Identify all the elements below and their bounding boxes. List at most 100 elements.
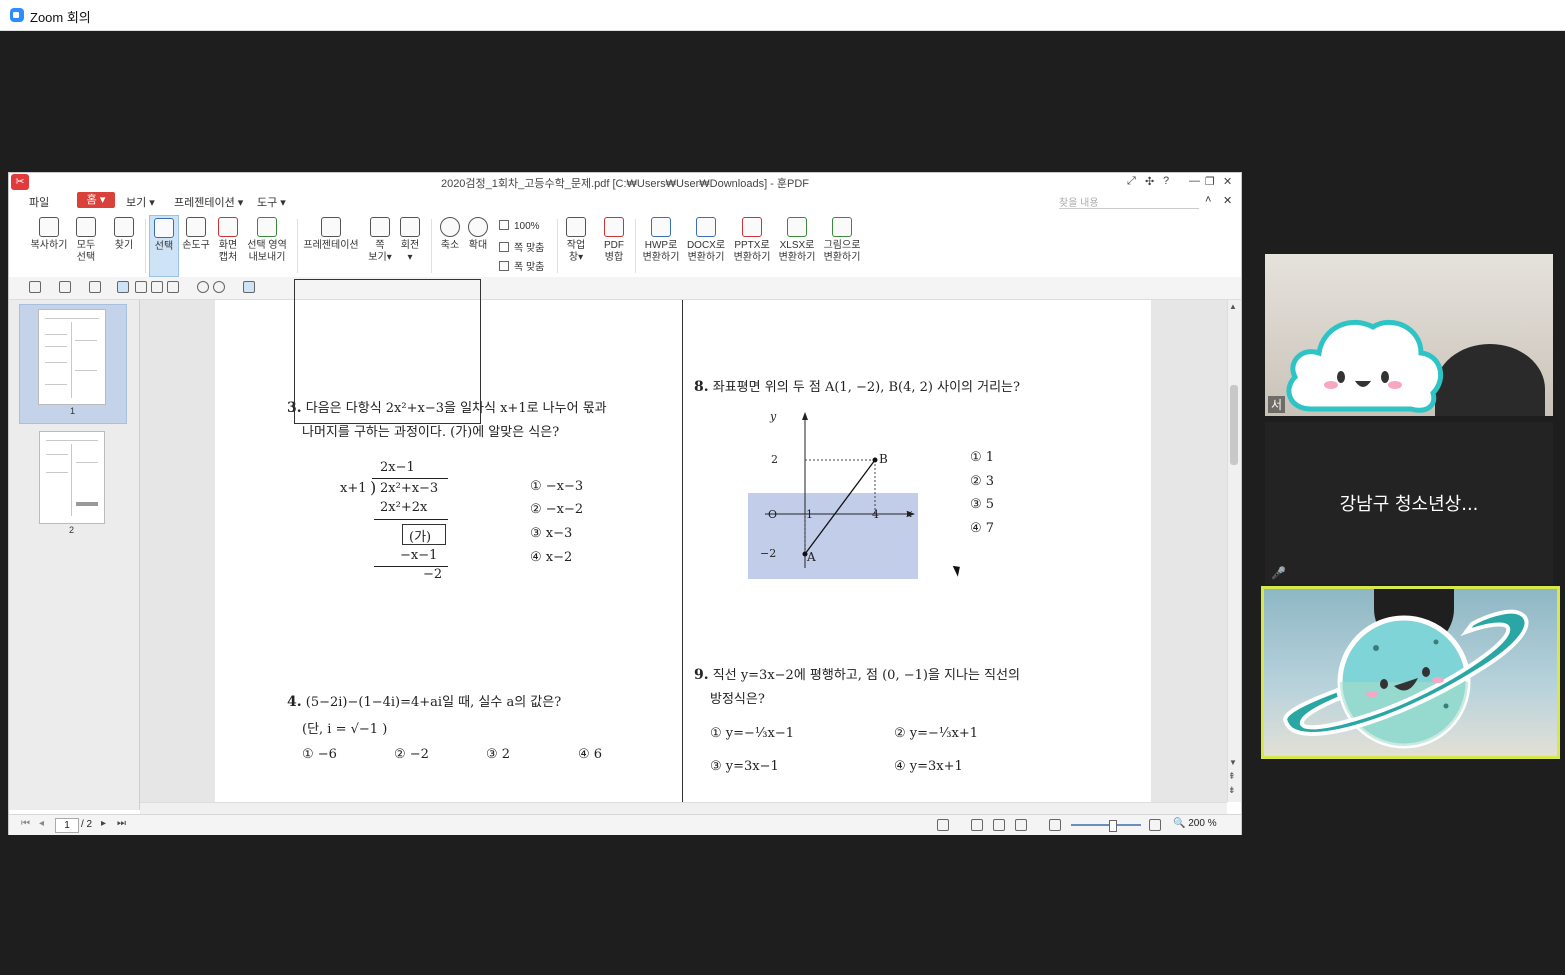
zoom-plus-icon[interactable] (1149, 819, 1161, 831)
export-region-button[interactable]: 선택 영역 내보내기 (245, 215, 289, 275)
pdf-merge-button[interactable]: PDF 병합 (600, 215, 628, 275)
single-page-icon[interactable] (971, 819, 983, 831)
copy-button[interactable]: 복사하기 (29, 215, 69, 275)
save-icon[interactable] (59, 281, 71, 293)
menu-tools[interactable]: 도구 ▾ (257, 194, 286, 210)
q3-choice-2[interactable]: ② −x−2 (530, 502, 583, 517)
convert-hwp-button[interactable]: HWP로 변환하기 (641, 215, 681, 275)
page-view-label-1: 쪽 (375, 240, 385, 251)
scroll-up-icon[interactable]: ▲ (1229, 302, 1237, 311)
participant-name-tile[interactable]: 강남구 청소년상... 🎤 (1265, 422, 1553, 584)
prev-page-button[interactable]: ◂ (39, 818, 44, 829)
convert-xlsx-button[interactable]: XLSX로 변환하기 (777, 215, 817, 275)
q3-choice-4[interactable]: ④ x−2 (530, 550, 572, 565)
search-input[interactable]: 찾을 내용 (1059, 194, 1199, 209)
export-region-icon (257, 217, 277, 237)
q4-choice-1[interactable]: ① −6 (302, 747, 337, 762)
snapshot-icon[interactable] (937, 819, 949, 831)
participant-name: 강남구 청소년상... (1339, 494, 1479, 515)
q3-choice-1[interactable]: ① −x−3 (530, 479, 583, 494)
q9-choice-3[interactable]: ③ y=3x−1 (710, 759, 779, 774)
hand-mode-icon[interactable] (135, 281, 147, 293)
zoom-slider-handle[interactable] (1109, 820, 1117, 832)
q8-choice-3[interactable]: ③ 5 (970, 497, 994, 512)
restore-icon[interactable]: ❐ (1205, 175, 1215, 188)
graph-tick-x-4: 4 (872, 508, 879, 521)
zoom-100-button[interactable]: 100% (499, 220, 540, 232)
select-all-button[interactable]: 모두 선택 (71, 215, 101, 275)
page-view-icon (370, 217, 390, 237)
close-icon[interactable]: ✕ (1223, 175, 1232, 188)
scrollbar-thumb[interactable] (1230, 385, 1238, 465)
menu-home[interactable]: 홈 ▾ (77, 192, 115, 208)
capture-mode-icon[interactable] (151, 281, 163, 293)
open-folder-icon[interactable] (29, 281, 41, 293)
pin-icon[interactable]: ✣ (1145, 175, 1154, 188)
hand-tool-button[interactable]: 손도구 (181, 215, 211, 275)
fit-page-button[interactable]: 쪽 맞춤 (499, 239, 544, 254)
first-page-icon[interactable]: ⏮ (21, 818, 30, 829)
vertical-scrollbar[interactable] (1227, 300, 1241, 802)
next-page-icon[interactable]: ⇟ (1228, 785, 1236, 796)
menu-file[interactable]: 파일 (29, 194, 49, 210)
q4-choice-3[interactable]: ③ 2 (486, 747, 510, 762)
continuous-page-icon[interactable] (993, 819, 1005, 831)
question-text: (5−2i)−(1−4i)=4+ai일 때, 실수 a의 값은? (305, 695, 562, 710)
q3-choice-3[interactable]: ③ x−3 (530, 526, 572, 541)
page-number-input[interactable]: 1 (55, 818, 79, 833)
convert-image-button[interactable]: 그림으로 변환하기 (821, 215, 863, 275)
capture-label-2: 캡처 (218, 252, 238, 263)
presentation-button[interactable]: 프레젠테이션 (303, 215, 359, 275)
work-window-button[interactable]: 작업 창▾ (563, 215, 589, 275)
zoom-in-button[interactable]: 확대 (465, 215, 491, 275)
rotate-button[interactable]: 회전 ▾ (397, 215, 423, 275)
fit-width-status-icon[interactable] (1015, 819, 1027, 831)
convert-docx-button[interactable]: DOCX로 변환하기 (685, 215, 727, 275)
q9-choice-1[interactable]: ① y=−⅓x−1 (710, 726, 794, 741)
hwp-file-icon (651, 217, 671, 237)
zoom-slider[interactable] (1071, 824, 1141, 826)
convert-pptx-button[interactable]: PPTX로 변환하기 (731, 215, 773, 275)
fit-width-button[interactable]: 폭 맞춤 (499, 258, 544, 273)
zoom-minus-icon[interactable] (1049, 819, 1061, 831)
print-icon[interactable] (89, 281, 101, 293)
ribbon-collapse-icon[interactable]: ˄ (1205, 194, 1211, 206)
fullscreen-icon[interactable]: ⤢ (1127, 175, 1136, 188)
last-page-icon[interactable]: ⏭ (117, 818, 126, 829)
xlsx-label-1: XLSX로 (779, 240, 815, 251)
hwp-label-2: 변환하기 (642, 252, 680, 263)
question-9-line2: 방정식은? (710, 692, 765, 707)
screen-capture-button[interactable]: 화면 캡처 (214, 215, 242, 275)
select-tool-button[interactable]: 선택 (149, 215, 179, 277)
q9-choice-2[interactable]: ② y=−⅓x+1 (894, 726, 978, 741)
minimize-icon[interactable]: — (1189, 175, 1200, 187)
scroll-down-icon[interactable]: ▼ (1229, 758, 1237, 767)
menu-view[interactable]: 보기 ▾ (126, 194, 155, 210)
question-8: 8. 좌표평면 위의 두 점 A(1, −2), B(4, 2) 사이의 거리는… (694, 376, 1020, 395)
prev-page-icon[interactable]: ⇞ (1228, 771, 1236, 782)
thumbnail-page-1[interactable]: 1 (19, 304, 127, 424)
q8-choice-4[interactable]: ④ 7 (970, 521, 994, 536)
q4-choice-4[interactable]: ④ 6 (578, 747, 602, 762)
q8-choice-2[interactable]: ② 3 (970, 474, 994, 489)
q8-choice-1[interactable]: ① 1 (970, 450, 994, 465)
rotate-label: 회전 (400, 240, 420, 251)
next-page-button[interactable]: ▸ (101, 818, 106, 829)
zoom-level[interactable]: 🔍 200 % (1173, 818, 1217, 829)
page-view-button[interactable]: 쪽 보기▾ (367, 215, 393, 275)
find-button[interactable]: 찾기 (111, 215, 137, 275)
quick-zoom-in-icon[interactable] (213, 281, 225, 293)
bookmark-panel-icon[interactable] (243, 281, 255, 293)
menu-presentation[interactable]: 프레젠테이션 ▾ (174, 194, 243, 210)
hand-icon (186, 217, 206, 237)
doc-close-icon[interactable]: ✕ (1223, 194, 1232, 207)
help-icon[interactable]: ? (1163, 175, 1169, 187)
thumbnail-page-2[interactable] (39, 431, 105, 524)
select-mode-icon[interactable] (117, 281, 129, 293)
zoom-out-button[interactable]: 축소 (437, 215, 463, 275)
zoom-level-label: 200 % (1188, 818, 1217, 829)
q9-choice-4[interactable]: ④ y=3x+1 (894, 759, 963, 774)
export-mode-icon[interactable] (167, 281, 179, 293)
quick-zoom-out-icon[interactable] (197, 281, 209, 293)
q4-choice-2[interactable]: ② −2 (394, 747, 429, 762)
